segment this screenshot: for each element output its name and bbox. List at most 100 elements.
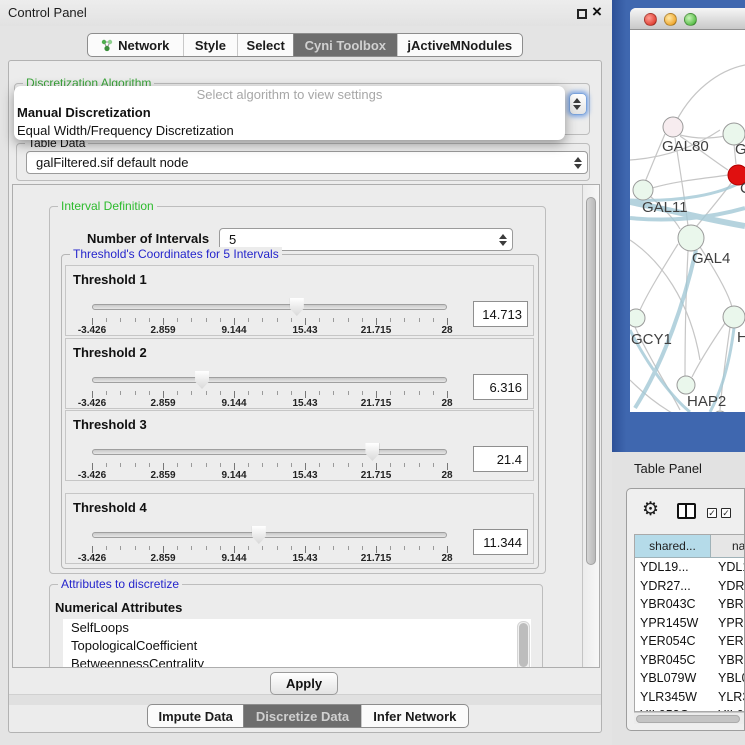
- threshold-value-input[interactable]: [473, 374, 528, 400]
- slider-tick: [92, 391, 93, 398]
- table-header-name[interactable]: na: [711, 535, 745, 558]
- table-data-combobox[interactable]: galFiltered.sif default node: [26, 151, 588, 174]
- maximize-traffic-light[interactable]: [684, 13, 697, 26]
- tab-select[interactable]: Select: [237, 34, 293, 56]
- algorithm-combobox-spinner[interactable]: [569, 93, 587, 115]
- algorithm-dropdown-popup: Select algorithm to view settings Manual…: [14, 86, 565, 140]
- gear-icon[interactable]: ⚙: [642, 500, 659, 520]
- close-panel-icon[interactable]: ×: [592, 1, 602, 23]
- slider-track[interactable]: [92, 449, 447, 455]
- cell-name: YPR1: [718, 616, 745, 630]
- node-label: C: [740, 180, 745, 197]
- table-row[interactable]: YLR345WYLR3: [635, 688, 745, 707]
- threshold-value-input[interactable]: [473, 301, 528, 327]
- node-hap2[interactable]: [677, 376, 695, 394]
- slider-tick-label: 15.43: [292, 553, 317, 564]
- slider-tick: [220, 546, 221, 550]
- slider-track[interactable]: [92, 377, 447, 383]
- node-gcy1[interactable]: [630, 309, 645, 327]
- slider-tick-label: 2.859: [150, 553, 175, 564]
- tab-cyni-toolbox[interactable]: Cyni Toolbox: [293, 34, 397, 56]
- slider-tick: [305, 318, 306, 325]
- slider-tick: [177, 318, 178, 322]
- slider-tick: [248, 546, 249, 550]
- node-gal80[interactable]: [663, 117, 683, 137]
- slider-tick: [262, 546, 263, 550]
- slider-handle[interactable]: [290, 298, 304, 316]
- slider-tick-label: 28: [441, 398, 452, 409]
- tab-impute-data[interactable]: Impute Data: [148, 705, 243, 727]
- slider-tick: [348, 318, 349, 322]
- settings-vertical-scrollbar[interactable]: [582, 185, 599, 667]
- slider-tick: [163, 391, 164, 398]
- threshold-panel: Threshold 1-3.4262.8599.14415.4321.71528: [65, 265, 534, 336]
- settings-scrollbar-thumb[interactable]: [586, 197, 596, 565]
- slider-tick: [362, 463, 363, 467]
- slider-tick: [447, 463, 448, 470]
- slider-handle[interactable]: [365, 443, 379, 461]
- numerical-attributes-label: Numerical Attributes: [55, 600, 182, 615]
- attributes-list-scrollbar[interactable]: [517, 621, 530, 668]
- network-window: GAL80 GA C GAL11 GAL4 GCY1 H HAP2: [630, 8, 745, 412]
- cell-shared-name: YPR145W: [640, 616, 698, 630]
- dropdown-option-equal-width[interactable]: Equal Width/Frequency Discretization: [14, 122, 565, 140]
- threshold-title: Threshold 1: [73, 272, 147, 287]
- slider-track[interactable]: [92, 304, 447, 310]
- slider-handle[interactable]: [252, 526, 266, 544]
- checkbox-icon[interactable]: ✓: [707, 508, 717, 518]
- attribute-list-item[interactable]: TopologicalCoefficient: [63, 637, 531, 655]
- table-row[interactable]: YDR27...YDR2: [635, 577, 745, 596]
- cell-name: YBR0: [718, 597, 745, 611]
- cell-name: YBR0: [718, 653, 745, 667]
- slider-tick-label: -3.426: [78, 470, 106, 481]
- dropdown-option-manual[interactable]: Manual Discretization: [14, 104, 565, 122]
- slider-handle[interactable]: [195, 371, 209, 389]
- table-row[interactable]: YDL19...YDL1: [635, 558, 745, 577]
- slider-tick: [291, 391, 292, 395]
- tab-infer-network[interactable]: Infer Network: [361, 705, 468, 727]
- slider-tick: [447, 318, 448, 325]
- table-row[interactable]: YBR043CYBR0: [635, 595, 745, 614]
- attribute-list-item[interactable]: SelfLoops: [63, 619, 531, 637]
- tab-network[interactable]: Network: [88, 34, 183, 56]
- apply-button[interactable]: Apply: [270, 672, 338, 695]
- slider-tick-label: 15.43: [292, 325, 317, 336]
- slider-tick: [234, 463, 235, 470]
- tab-jactivemnodules[interactable]: jActiveMNodules: [397, 34, 522, 56]
- slider-tick: [333, 391, 334, 395]
- slider-tick: [333, 546, 334, 550]
- network-node-labels: GAL80 GA C GAL11 GAL4 GCY1 H HAP2: [631, 138, 745, 410]
- node-gal4[interactable]: [678, 225, 704, 251]
- table-row[interactable]: YPR145W YPR1: [635, 614, 745, 633]
- slider-tick: [319, 391, 320, 395]
- table-row[interactable]: YER054CYER0: [635, 632, 745, 651]
- close-traffic-light[interactable]: [644, 13, 657, 26]
- table-row[interactable]: YBR045CYBR0: [635, 651, 745, 670]
- slider-tick: [319, 463, 320, 467]
- node-gal11[interactable]: [633, 180, 653, 200]
- slider-tick: [404, 391, 405, 395]
- table-row[interactable]: YBL079WYBL0: [635, 669, 745, 688]
- network-canvas[interactable]: GAL80 GA C GAL11 GAL4 GCY1 H HAP2: [630, 30, 745, 412]
- table-header-shared-name[interactable]: shared...: [635, 535, 711, 558]
- tab-discretize-data[interactable]: Discretize Data: [243, 705, 360, 727]
- checkbox-icon[interactable]: ✓: [721, 508, 731, 518]
- slider-tick: [149, 391, 150, 395]
- node-h[interactable]: [723, 306, 745, 328]
- columns-icon[interactable]: [677, 503, 696, 519]
- attribute-list-item[interactable]: BetweennessCentrality: [63, 655, 531, 668]
- minimize-traffic-light[interactable]: [664, 13, 677, 26]
- float-panel-icon[interactable]: [577, 9, 587, 19]
- node-bottom[interactable]: [713, 411, 727, 412]
- threshold-value-input[interactable]: [473, 529, 528, 555]
- slider-tick: [220, 318, 221, 322]
- tab-style[interactable]: Style: [183, 34, 238, 56]
- dropdown-prompt-item[interactable]: Select algorithm to view settings: [14, 86, 565, 104]
- table-horizontal-scrollbar[interactable]: [634, 712, 745, 724]
- slider-tick: [191, 463, 192, 467]
- threshold-value-input[interactable]: [473, 446, 528, 472]
- slider-track[interactable]: [92, 532, 447, 538]
- slider-tick: [149, 318, 150, 322]
- slider-tick: [277, 463, 278, 467]
- slider-tick: [234, 546, 235, 553]
